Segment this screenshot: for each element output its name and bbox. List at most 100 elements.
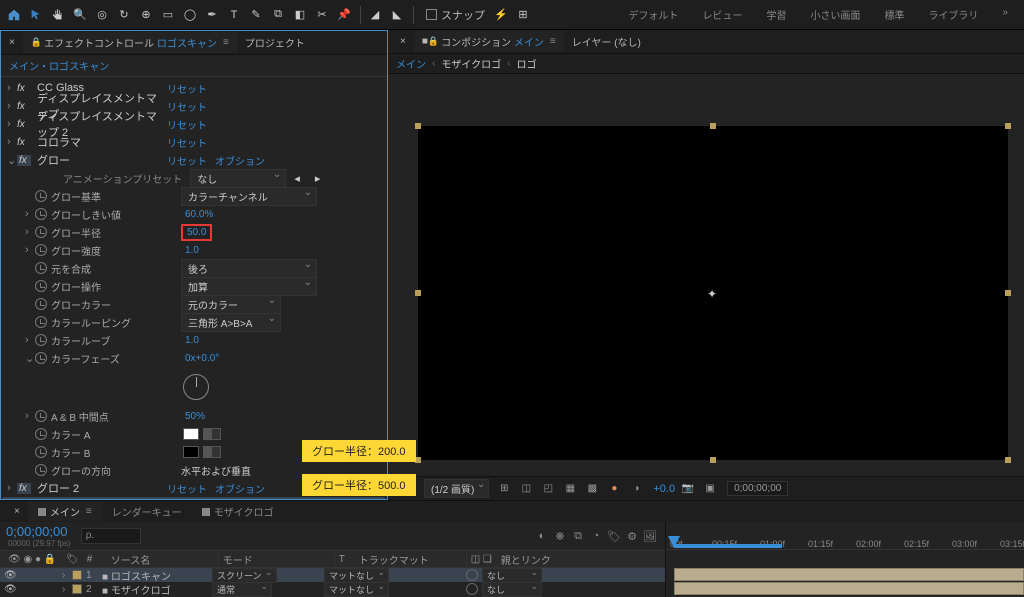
pen-tool-icon[interactable]: ✒ <box>202 5 222 25</box>
comp-tab[interactable]: ■ コンポジション メイン ≡ <box>414 31 564 52</box>
eraser-tool-icon[interactable]: ◧ <box>290 5 310 25</box>
snap-toggle[interactable]: スナップ <box>426 7 485 23</box>
effect-name[interactable]: グロー 3 <box>37 498 167 499</box>
panel-close-icon[interactable]: × <box>392 33 414 50</box>
prop-dropdown[interactable]: カラーチャンネル <box>181 187 317 206</box>
anchor-point-icon[interactable] <box>707 287 719 299</box>
grid-icon[interactable]: ⊞ <box>495 480 513 498</box>
stopwatch-icon[interactable] <box>35 316 47 328</box>
channel-icon[interactable]: ● <box>605 480 623 498</box>
reset-link[interactable]: リセット <box>167 481 207 496</box>
effect-name[interactable]: グロー 2 <box>37 480 167 496</box>
visibility-toggle-icon[interactable]: 👁 <box>4 584 18 595</box>
panel-menu-icon[interactable]: ≡ <box>223 37 229 48</box>
phase-dial[interactable] <box>183 374 209 400</box>
timeline-layer-row[interactable]: 👁›1■ ロゴスキャンスクリーンマットなしなし <box>0 568 665 582</box>
eyedropper-icon[interactable] <box>203 428 221 440</box>
mode-dropdown[interactable]: 通常 <box>212 582 272 597</box>
expand-icon[interactable]: › <box>25 208 35 220</box>
fx-badge-icon[interactable]: fx <box>17 83 31 94</box>
puppet-tool-icon[interactable]: 📌 <box>334 5 354 25</box>
expand-icon[interactable]: › <box>7 482 17 494</box>
options-link[interactable]: オブション <box>215 499 265 500</box>
mask-icon[interactable]: ◰ <box>539 480 557 498</box>
reset-link[interactable]: リセット <box>167 153 207 168</box>
exposure-reset-icon[interactable]: ◑ <box>627 480 645 498</box>
workspace-tab[interactable]: デフォルト <box>616 3 690 26</box>
draft3d-icon[interactable]: ❋ <box>551 527 569 545</box>
parent-dropdown[interactable]: なし <box>482 582 542 597</box>
prop-dropdown[interactable]: 三角形 A>B>A <box>181 313 281 332</box>
mode-col[interactable]: モード <box>219 552 335 567</box>
expand-icon[interactable]: › <box>25 244 35 256</box>
rect-tool-icon[interactable]: ▭ <box>158 5 178 25</box>
fx-badge-icon[interactable]: fx <box>17 483 31 494</box>
stopwatch-icon[interactable] <box>35 208 47 220</box>
snapshot-icon[interactable]: 📷 <box>679 480 697 498</box>
timeline-search-input[interactable]: ρ. <box>81 528 141 544</box>
exposure-value[interactable]: +0.0 <box>653 483 675 495</box>
panel-close-icon[interactable]: × <box>1 34 23 51</box>
fx-badge-icon[interactable]: fx <box>17 155 31 166</box>
work-area-bar[interactable] <box>674 544 782 548</box>
home-icon[interactable] <box>4 5 24 25</box>
expand-icon[interactable]: › <box>7 100 17 112</box>
expand-icon[interactable]: › <box>25 334 35 346</box>
guides-icon[interactable]: ◫ <box>517 480 535 498</box>
fill-swatch-icon[interactable]: ◢ <box>365 5 385 25</box>
effect-name[interactable]: グロー <box>37 152 167 168</box>
reset-link[interactable]: リセット <box>167 499 207 500</box>
prop-dropdown[interactable]: 加算 <box>181 277 317 296</box>
expand-icon[interactable]: › <box>62 570 72 581</box>
options-link[interactable]: オブション <box>215 153 265 168</box>
panel-menu-icon[interactable]: ≡ <box>550 36 556 47</box>
project-tab[interactable]: プロジェクト <box>237 32 313 53</box>
fx-badge-icon[interactable]: fx <box>17 137 31 148</box>
visibility-toggle-icon[interactable]: 👁 <box>4 570 18 581</box>
panel-close-icon[interactable]: × <box>6 503 28 520</box>
pickwhip-icon[interactable] <box>466 569 478 581</box>
stopwatch-icon[interactable] <box>35 190 47 202</box>
preview-timecode[interactable]: 0;00;00;00 <box>727 481 788 496</box>
timeline-tab[interactable]: モザイクロゴ <box>192 502 284 521</box>
collapse-icon[interactable]: ⌄ <box>25 352 35 365</box>
ellipse-tool-icon[interactable]: ◯ <box>180 5 200 25</box>
breadcrumb-item[interactable]: メイン <box>396 56 426 71</box>
track-area[interactable] <box>666 568 1024 596</box>
anchor-tool-icon[interactable]: ⊕ <box>136 5 156 25</box>
prop-value[interactable]: 0x+0.0° <box>181 352 223 365</box>
panel-menu-icon[interactable]: ≡ <box>86 506 92 517</box>
expand-icon[interactable]: › <box>7 136 17 148</box>
fx-badge-icon[interactable]: fx <box>17 101 31 112</box>
reset-link[interactable]: リセット <box>167 81 207 96</box>
reset-link[interactable]: リセット <box>167 99 207 114</box>
prop-value[interactable]: 1.0 <box>181 334 209 347</box>
stopwatch-icon[interactable] <box>35 298 47 310</box>
frameblend-icon[interactable]: ⧉ <box>569 527 587 545</box>
show-snapshot-icon[interactable]: ▣ <box>701 480 719 498</box>
layer-bar[interactable] <box>674 568 1024 581</box>
effect-controls-tab[interactable]: エフェクトコントロール ロゴスキャン ≡ <box>23 32 237 53</box>
stopwatch-icon[interactable] <box>35 226 47 238</box>
bbox-handle[interactable] <box>1005 123 1011 129</box>
brainstorm-icon[interactable]: ⚙ <box>623 527 641 545</box>
stopwatch-icon[interactable] <box>35 410 47 422</box>
timeline-tab[interactable]: メイン≡ <box>28 502 102 521</box>
expand-icon[interactable]: › <box>62 584 72 595</box>
brush-tool-icon[interactable]: ✎ <box>246 5 266 25</box>
color-swatch-icon[interactable] <box>183 428 199 440</box>
bbox-handle[interactable] <box>1005 457 1011 463</box>
prop-value[interactable]: 50 <box>181 410 209 423</box>
stopwatch-icon[interactable] <box>35 280 47 292</box>
options-link[interactable]: オブション <box>215 481 265 496</box>
stopwatch-icon[interactable] <box>35 428 47 440</box>
zoom-dropdown[interactable]: (1/2 画質) <box>424 479 489 498</box>
layer-color-swatch[interactable] <box>72 570 82 580</box>
preset-nav-icons[interactable]: ◂ ▸ <box>294 172 326 185</box>
region-icon[interactable]: ▦ <box>561 480 579 498</box>
time-ruler[interactable]: 00f00:15f01:00f01:15f02:00f02:15f03:00f0… <box>666 522 1024 550</box>
source-col[interactable]: ソース名 <box>107 552 219 567</box>
render-queue-tab[interactable]: レンダーキュー <box>102 502 192 521</box>
trackmatte-col[interactable]: トラックマット <box>355 552 467 567</box>
text-tool-icon[interactable]: T <box>224 5 244 25</box>
